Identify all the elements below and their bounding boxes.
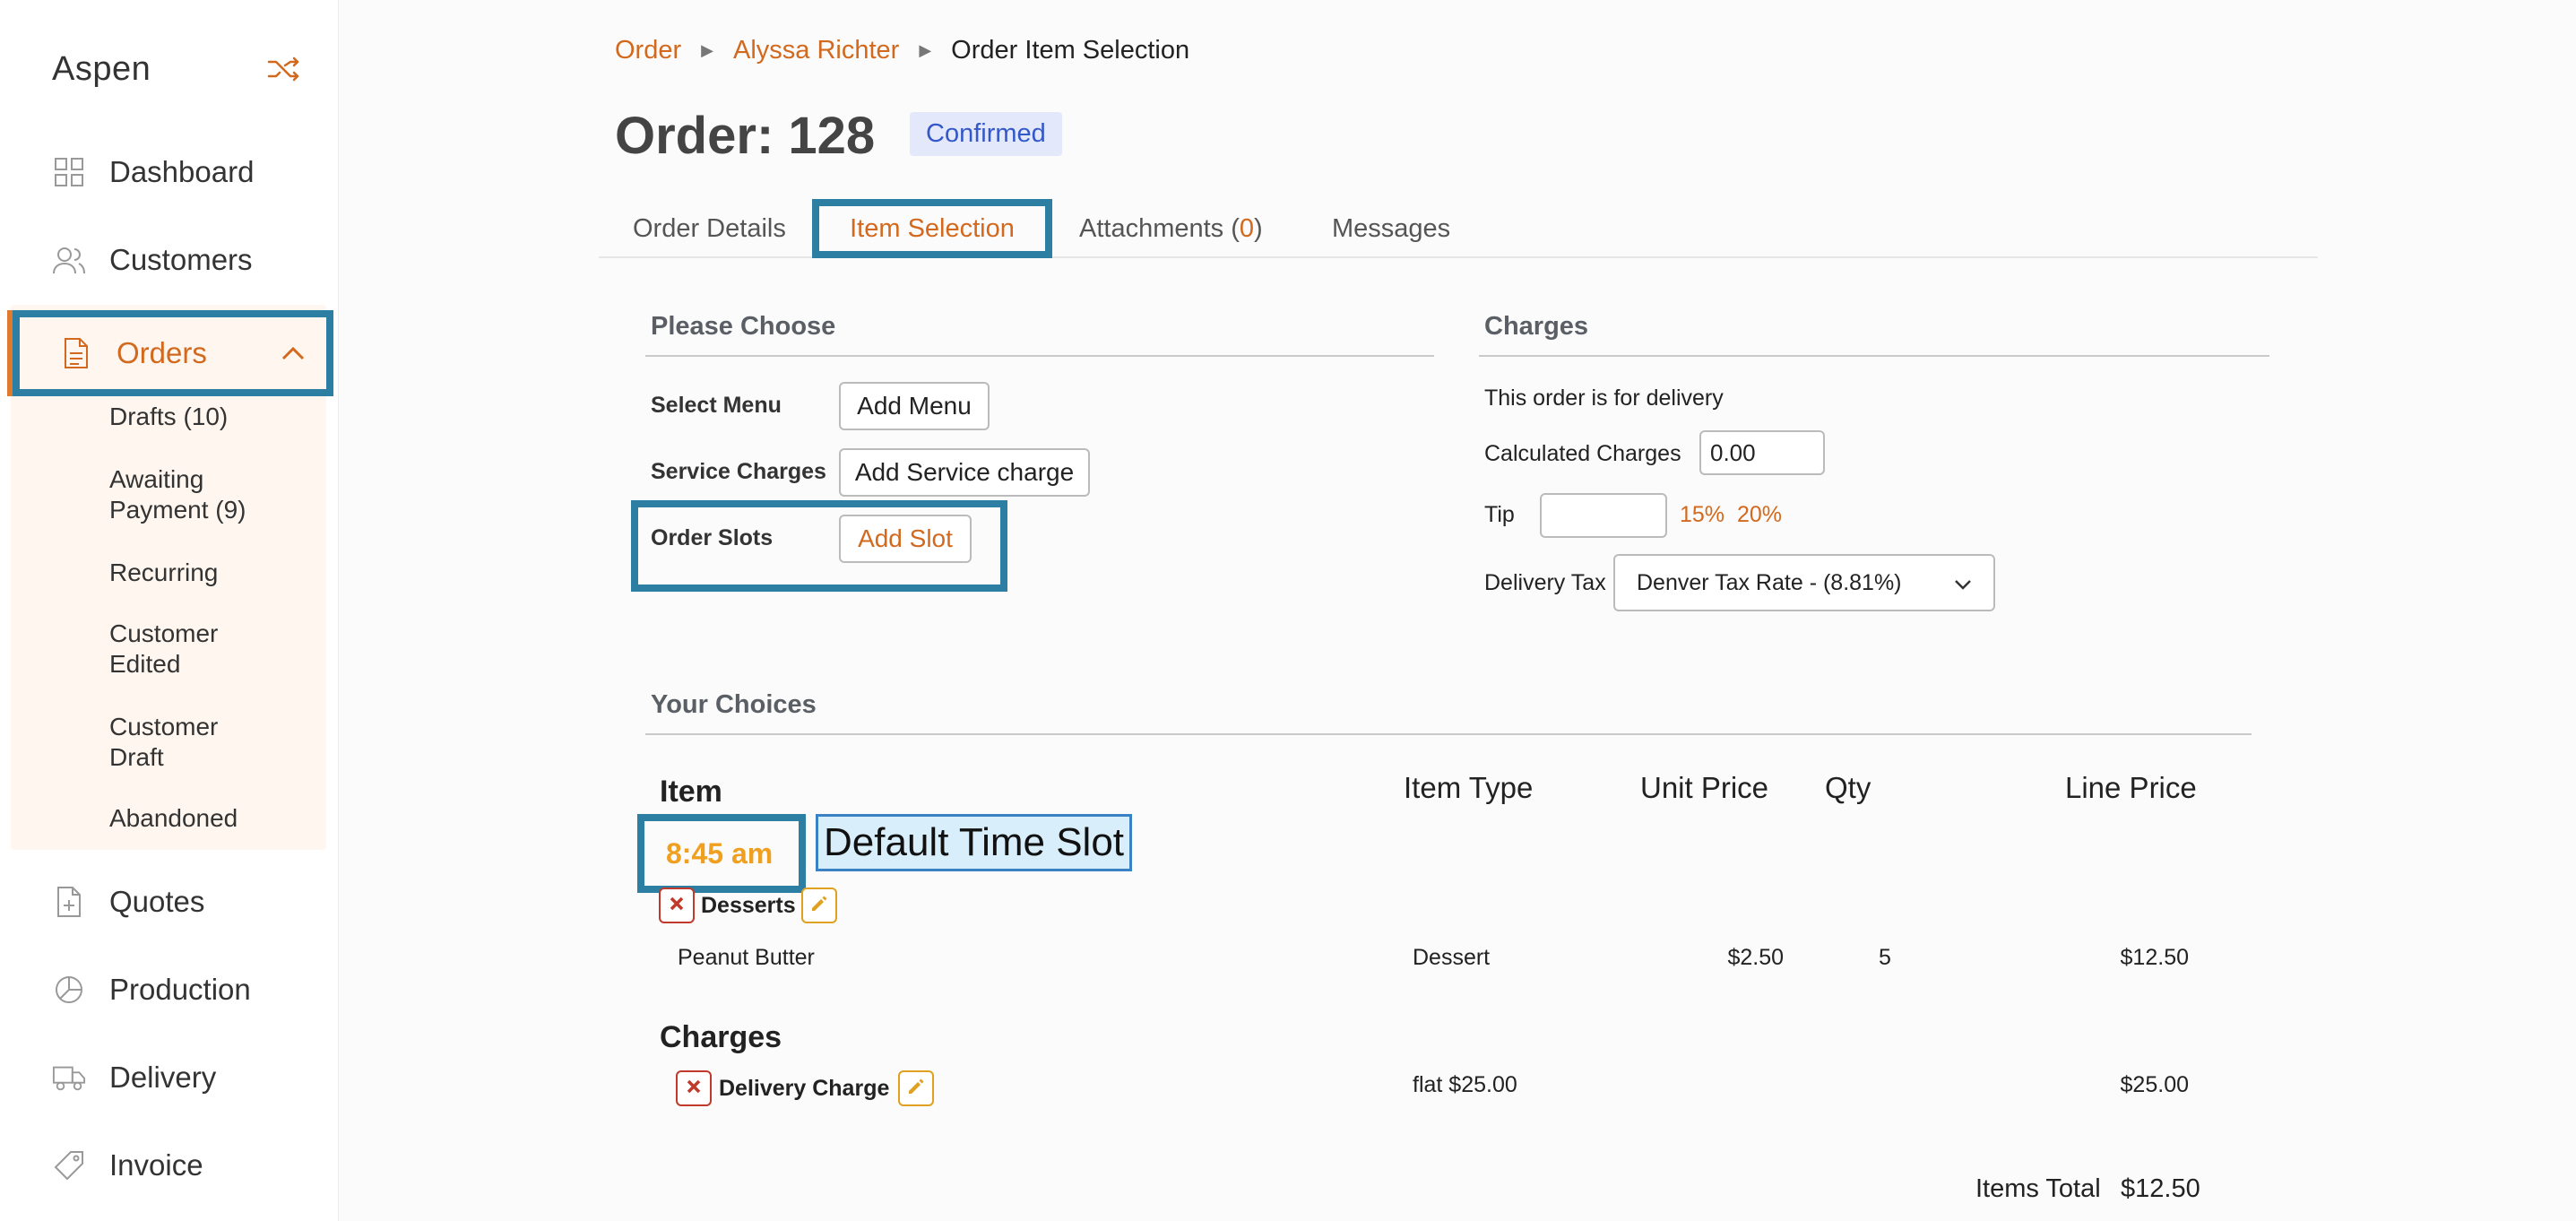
charges-heading: Charges (1484, 312, 1589, 341)
items-total-value: $12.50 (2121, 1174, 2200, 1203)
delivery-tax-value: Denver Tax Rate - (8.81%) (1637, 569, 1902, 595)
sidebar-item-delivery[interactable]: Delivery (52, 1051, 216, 1104)
sidebar-item-label: Dashboard (109, 155, 255, 188)
caret-right-icon: ▶ (701, 41, 713, 59)
charges-subheading: Charges (660, 1020, 782, 1054)
unit-price: $2.50 (1727, 945, 1784, 970)
tip-input[interactable] (1540, 493, 1667, 538)
breadcrumb-customer[interactable]: Alyssa Richter (733, 36, 899, 65)
shuffle-icon[interactable] (265, 54, 301, 84)
sidebar-item-production[interactable]: Production (52, 963, 251, 1017)
tip-label: Tip (1484, 502, 1515, 527)
column-unit-price: Unit Price (1640, 771, 1769, 804)
tag-icon (52, 1148, 86, 1182)
edit-group-button[interactable] (801, 888, 837, 923)
sidebar-subitem-customer-draft[interactable]: Customer Draft (109, 712, 262, 773)
charge-type: flat $25.00 (1413, 1072, 1517, 1097)
qty: 5 (1879, 945, 1891, 970)
sidebar-item-label: Orders (117, 336, 207, 369)
tip-20-percent-link[interactable]: 20% (1737, 502, 1782, 528)
chevron-up-icon[interactable] (278, 339, 308, 369)
sidebar-item-label: Delivery (109, 1061, 217, 1094)
breadcrumb-current: Order Item Selection (951, 36, 1190, 65)
users-icon (52, 243, 86, 277)
delete-group-button[interactable] (659, 888, 695, 923)
charge-name: Delivery Charge (719, 1076, 890, 1101)
add-service-charge-button[interactable]: Add Service charge (839, 448, 1090, 497)
sidebar-item-label: Invoice (109, 1148, 203, 1182)
sidebar-subitem-customer-edited[interactable]: Customer Edited (109, 619, 262, 680)
attachments-count: 0 (1239, 213, 1255, 243)
divider (1479, 355, 2269, 357)
delivery-note: This order is for delivery (1484, 385, 1724, 411)
sidebar-item-label: Customers (109, 243, 253, 276)
sidebar-subitem-drafts[interactable]: Drafts (10) (109, 402, 228, 432)
select-menu-label: Select Menu (651, 393, 782, 418)
your-choices-heading: Your Choices (651, 690, 817, 719)
brand-name: Aspen (52, 50, 151, 88)
service-charges-label: Service Charges (651, 459, 826, 484)
tab-attachments-label: Attachments ( (1079, 213, 1240, 243)
breadcrumb-order[interactable]: Order (615, 36, 681, 65)
file-plus-icon (52, 885, 86, 919)
sidebar-item-label: Production (109, 973, 251, 1006)
order-slots-label: Order Slots (651, 525, 774, 550)
truck-icon (52, 1061, 86, 1095)
tab-messages[interactable]: Messages (1332, 199, 1450, 258)
divider (645, 355, 1434, 357)
tip-15-percent-link[interactable]: 15% (1680, 502, 1725, 528)
delivery-tax-select[interactable]: Denver Tax Rate - (8.81%) (1613, 554, 1995, 611)
column-line-price: Line Price (2065, 771, 2197, 804)
line-price: $12.50 (2120, 945, 2189, 970)
close-icon (669, 896, 685, 916)
calculated-charges-input[interactable]: 0.00 (1699, 430, 1825, 475)
grid-icon (52, 155, 86, 189)
sidebar-item-orders[interactable]: Orders (13, 310, 333, 396)
tab-attachments-close: ) (1254, 213, 1263, 243)
document-icon (59, 336, 93, 370)
sidebar-item-invoice[interactable]: Invoice (52, 1139, 203, 1192)
tab-item-selection[interactable]: Item Selection (812, 199, 1052, 258)
delete-charge-button[interactable] (676, 1070, 712, 1106)
pencil-icon (906, 1077, 926, 1101)
item-type: Dessert (1413, 945, 1491, 970)
item-name: Peanut Butter (678, 945, 815, 970)
close-icon (686, 1078, 702, 1099)
sidebar-subitem-abandoned[interactable]: Abandoned (109, 803, 238, 834)
sidebar-subitem-recurring[interactable]: Recurring (109, 558, 218, 588)
delivery-tax-label: Delivery Tax (1484, 570, 1606, 595)
divider (645, 733, 2252, 735)
chevron-down-icon (1952, 574, 1974, 595)
column-item: Item (660, 775, 722, 809)
page-title: Order: 128 (615, 107, 876, 165)
calculated-charges-label: Calculated Charges (1484, 441, 1681, 466)
please-choose-heading: Please Choose (651, 312, 836, 341)
column-item-type: Item Type (1404, 771, 1534, 804)
sidebar-item-dashboard[interactable]: Dashboard (52, 145, 254, 199)
status-badge: Confirmed (910, 112, 1062, 156)
time-slot[interactable]: 8:45 am (637, 814, 806, 893)
group-name: Desserts (701, 893, 796, 918)
pencil-icon (809, 894, 829, 918)
tab-bar: Order Details Item Selection Attachments… (599, 199, 2318, 258)
add-slot-button[interactable]: Add Slot (839, 515, 972, 563)
edit-charge-button[interactable] (898, 1070, 934, 1106)
sidebar: Aspen Dashboard Customers Orders Drafts … (0, 0, 339, 1221)
sidebar-subitem-awaiting-payment[interactable]: Awaiting Payment (9) (109, 464, 289, 525)
sidebar-item-quotes[interactable]: Quotes (52, 875, 204, 929)
add-menu-button[interactable]: Add Menu (839, 382, 990, 430)
tab-order-details[interactable]: Order Details (633, 199, 786, 258)
sidebar-item-label: Quotes (109, 885, 205, 918)
caret-right-icon: ▶ (919, 41, 932, 59)
tab-attachments[interactable]: Attachments (0) (1079, 199, 1263, 258)
charge-line-price: $25.00 (2120, 1072, 2189, 1097)
breadcrumb: Order ▶ Alyssa Richter ▶ Order Item Sele… (615, 36, 1189, 65)
column-qty: Qty (1825, 771, 1871, 804)
pie-chart-icon (52, 973, 86, 1007)
sidebar-item-customers[interactable]: Customers (52, 233, 253, 287)
items-total-label: Items Total (1975, 1174, 2101, 1203)
time-slot-label: Default Time Slot (816, 814, 1133, 871)
time-slot-value: 8:45 am (666, 836, 774, 870)
